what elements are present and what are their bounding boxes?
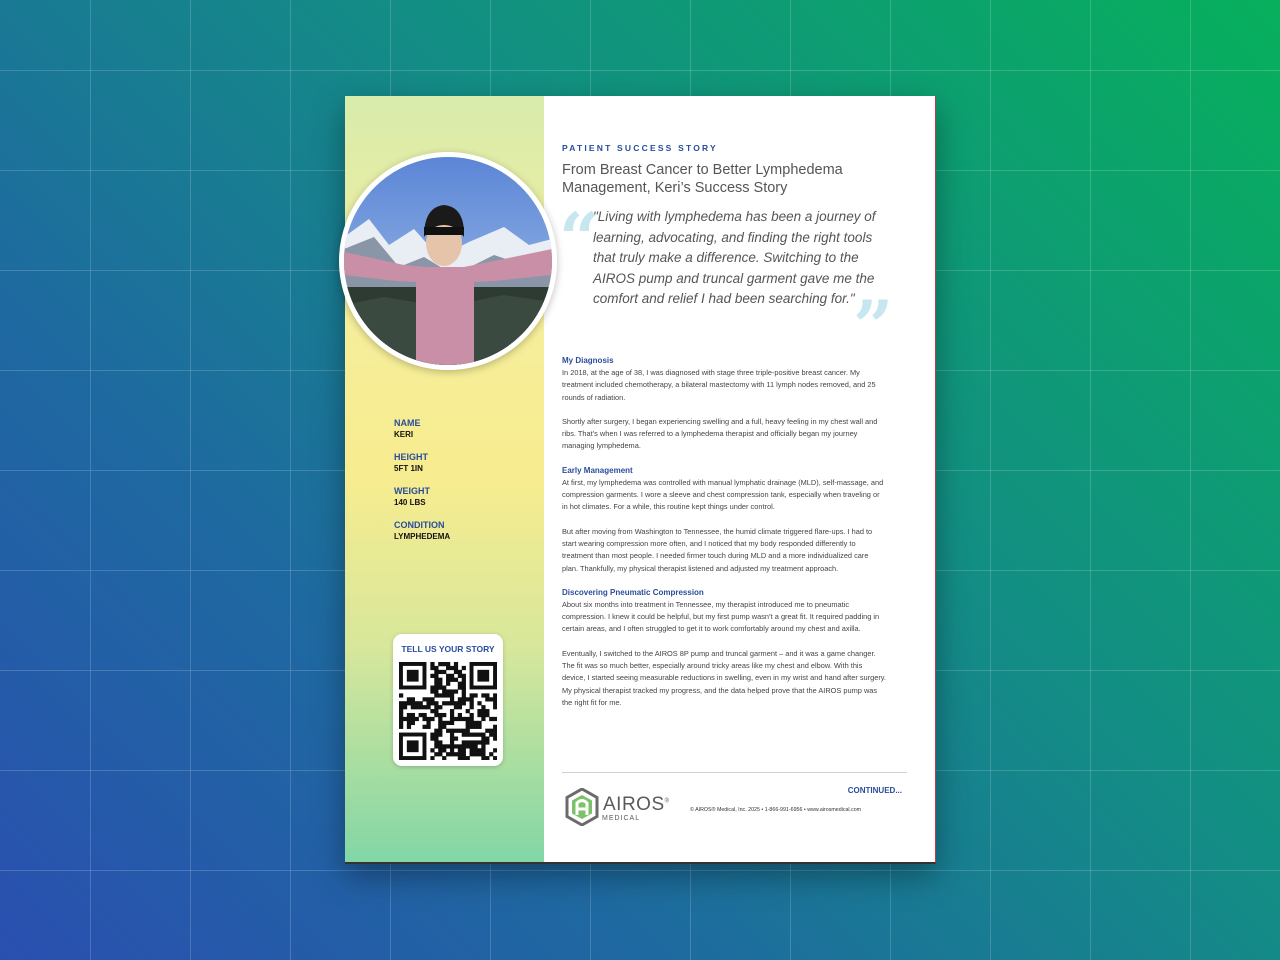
patient-photo [339,152,557,370]
story-body: My Diagnosis In 2018, at the age of 38, … [562,355,886,721]
paragraph: In 2018, at the age of 38, I was diagnos… [562,368,876,402]
section-heading-early-management: Early Management [562,465,633,475]
paragraph: Eventually, I switched to the AIROS 8P p… [562,648,886,707]
height-value: 5FT 1IN [394,464,423,473]
paragraph: Shortly after surgery, I began experienc… [562,416,878,451]
height-label: HEIGHT [394,452,429,462]
paragraph: About six months into treatment in Tenne… [562,599,880,634]
continued-label: CONTINUED... [847,786,902,795]
paragraph: But after moving from Washington to Tenn… [562,526,873,573]
patient-info: NAME KERI HEIGHT 5FT 1IN WEIGHT 140 LBS … [394,418,450,541]
section-heading-diagnosis: My Diagnosis [562,356,614,365]
section-heading-pneumatic-compression: Discovering Pneumatic Compression [562,587,704,597]
weight-label: WEIGHT [394,486,430,496]
kicker-label: PATIENT SUCCESS STORY [562,143,718,153]
document-footer: AIROS® MEDICAL CONTINUED... © AIROS® Med… [562,772,907,833]
name-label: NAME [394,418,421,428]
qr-title: TELL US YOUR STORY [401,644,495,654]
name-value: KERI [394,430,414,439]
condition-label: CONDITION [394,520,445,530]
airos-logo-subtitle: MEDICAL [602,815,641,822]
success-story-document: NAME KERI HEIGHT 5FT 1IN WEIGHT 140 LBS … [339,96,936,864]
copyright-line: © AIROS® Medical, Inc. 2025 • 1-866-991-… [690,807,862,813]
airos-logo-text: AIROS® [603,794,670,815]
qr-code[interactable] [399,662,497,760]
tell-your-story-card[interactable]: TELL US YOUR STORY [393,634,503,766]
airos-logo-icon [565,788,599,826]
story-title: From Breast Cancer to Better Lymphedema … [562,162,843,196]
paragraph: At first, my lymphedema was controlled w… [562,477,884,512]
pull-quote: "Living with lymphedema has been a journ… [593,209,876,307]
weight-value: 140 LBS [394,498,426,507]
profile-sidebar: NAME KERI HEIGHT 5FT 1IN WEIGHT 140 LBS … [339,96,557,862]
condition-value: LYMPHEDEMA [394,532,451,541]
